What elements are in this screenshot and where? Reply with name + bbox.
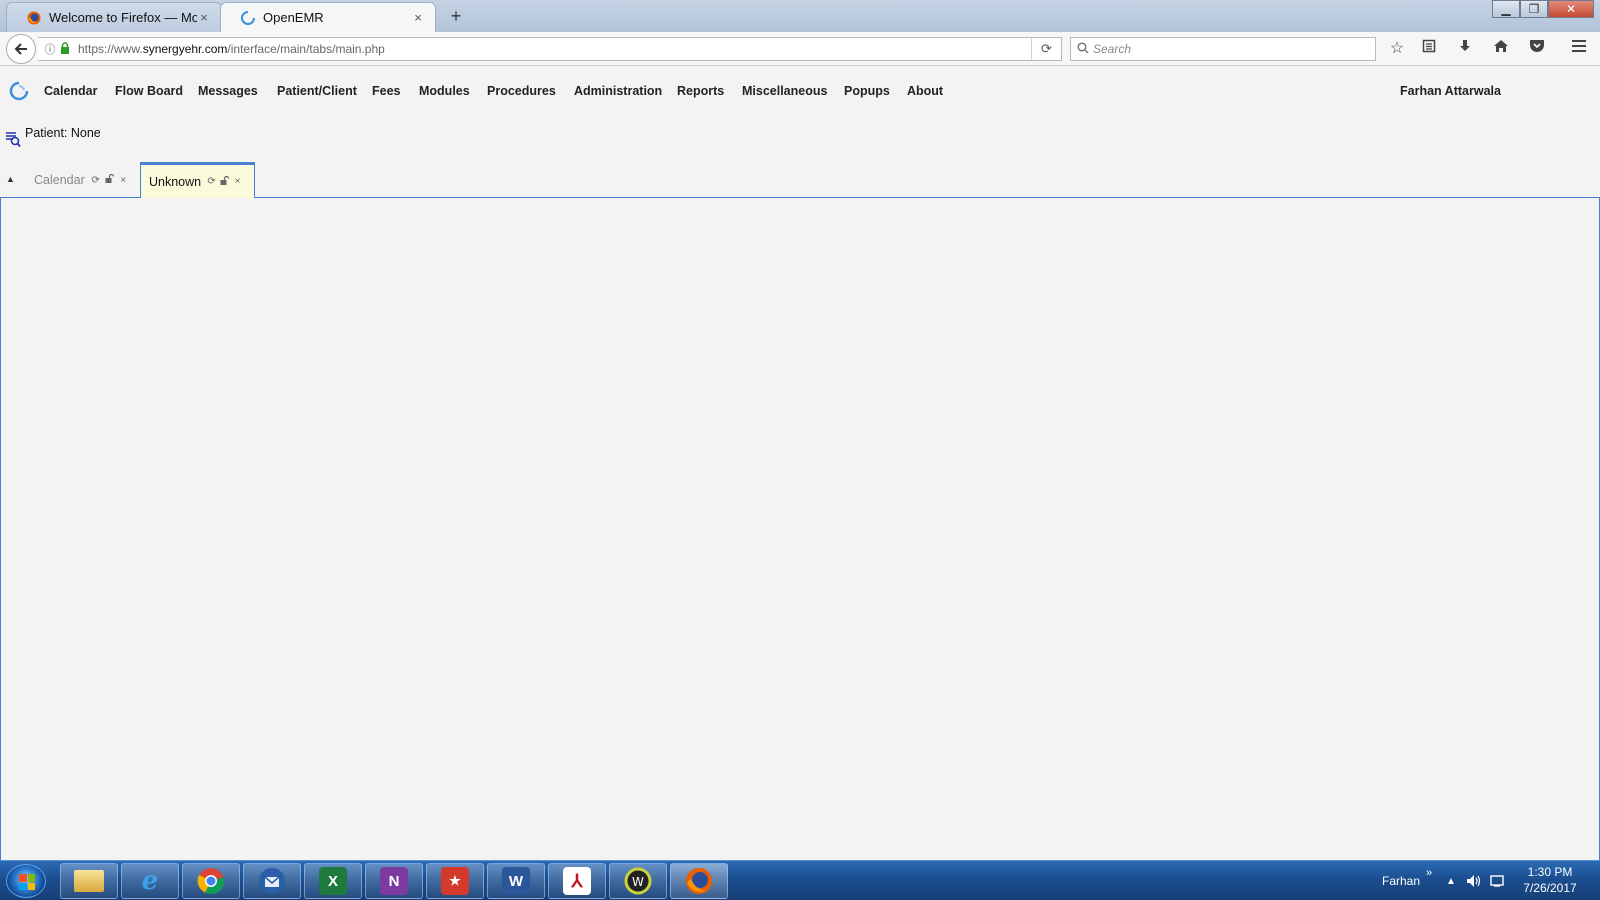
- menu-flow-board[interactable]: Flow Board: [115, 84, 183, 98]
- search-bar[interactable]: [1070, 37, 1376, 61]
- windows-taskbar: e X N ★ W ⅄ W Farhan » ▲ 1:30 PM 7/26/20…: [0, 860, 1600, 900]
- clock-time: 1:30 PM: [1527, 865, 1573, 879]
- reading-list-icon[interactable]: [1418, 39, 1440, 59]
- chrome-icon: [197, 868, 225, 895]
- browser-tab-openemr[interactable]: OpenEMR ×: [220, 2, 436, 32]
- menu-patient-client[interactable]: Patient/Client: [277, 84, 357, 98]
- bookmark-star-app-icon: ★: [441, 867, 469, 895]
- bookmark-star-icon[interactable]: ☆: [1386, 39, 1408, 59]
- refresh-icon[interactable]: ⟳: [207, 176, 216, 187]
- menu-miscellaneous[interactable]: Miscellaneous: [742, 84, 827, 98]
- close-icon[interactable]: ×: [233, 176, 242, 187]
- menu-hamburger-icon[interactable]: [1568, 39, 1590, 59]
- arrow-left-icon: [14, 43, 27, 55]
- refresh-icon[interactable]: ⟳: [91, 175, 101, 186]
- word-icon: W: [502, 867, 530, 895]
- taskbar-chrome[interactable]: [182, 863, 240, 899]
- onenote-icon: N: [380, 867, 408, 895]
- tab-label: Calendar: [34, 173, 85, 187]
- search-input[interactable]: [1093, 42, 1375, 56]
- menu-procedures[interactable]: Procedures: [487, 84, 556, 98]
- start-button[interactable]: [6, 864, 46, 898]
- pocket-icon[interactable]: [1526, 39, 1548, 59]
- acrobat-icon: ⅄: [563, 867, 591, 895]
- taskbar-internet-explorer[interactable]: e: [121, 863, 179, 899]
- app-tab-strip: ▲ Calendar ⟳ × Unknown ⟳ ×: [0, 162, 1600, 198]
- browser-titlebar: Welcome to Firefox — Mozill × OpenEMR × …: [0, 0, 1600, 32]
- svg-text:W: W: [632, 875, 644, 889]
- tab-calendar[interactable]: Calendar ⟳ ×: [26, 162, 140, 198]
- system-clock[interactable]: 1:30 PM 7/26/2017: [1510, 864, 1590, 896]
- firefox-icon: [686, 868, 712, 894]
- info-icon[interactable]: ⓘ: [42, 41, 58, 57]
- thunderbird-icon: [259, 868, 285, 894]
- menu-popups[interactable]: Popups: [844, 84, 890, 98]
- tab-unknown[interactable]: Unknown ⟳ ×: [140, 162, 255, 198]
- clock-date: 7/26/2017: [1523, 881, 1577, 895]
- taskbar-word[interactable]: W: [487, 863, 545, 899]
- lock-icon[interactable]: [58, 41, 72, 57]
- url-bar[interactable]: ⓘ https://www.synergyehr.com/interface/m…: [38, 37, 1062, 61]
- unlock-icon[interactable]: [220, 175, 230, 188]
- menu-administration[interactable]: Administration: [574, 84, 662, 98]
- url-text[interactable]: https://www.synergyehr.com/interface/mai…: [78, 42, 1031, 56]
- menu-messages[interactable]: Messages: [198, 84, 258, 98]
- internet-explorer-icon: e: [141, 866, 159, 896]
- close-tab-icon[interactable]: ×: [411, 10, 425, 25]
- browser-navbar: ⓘ https://www.synergyehr.com/interface/m…: [0, 32, 1600, 66]
- taskbar-firefox[interactable]: [670, 863, 728, 899]
- firefox-icon: [27, 11, 41, 24]
- unlock-icon[interactable]: [104, 173, 114, 186]
- search-icon: [1077, 41, 1093, 57]
- patient-status: Patient: None: [25, 126, 101, 140]
- action-center-icon[interactable]: [1490, 861, 1506, 900]
- taskbar-excel[interactable]: X: [304, 863, 362, 899]
- menu-fees[interactable]: Fees: [372, 84, 401, 98]
- taskbar-onenote[interactable]: N: [365, 863, 423, 899]
- show-hidden-icons-icon[interactable]: ▲: [1446, 861, 1456, 900]
- patient-bar: Patient: None: [5, 126, 101, 148]
- minimize-button[interactable]: ▁: [1492, 0, 1520, 18]
- menu-reports[interactable]: Reports: [677, 84, 724, 98]
- browser-tab-welcome[interactable]: Welcome to Firefox — Mozill ×: [6, 2, 222, 32]
- menu-calendar[interactable]: Calendar: [44, 84, 98, 98]
- reload-icon[interactable]: ⟳: [1031, 38, 1061, 60]
- tray-user-label[interactable]: Farhan: [1382, 861, 1420, 900]
- restore-button[interactable]: ❐: [1520, 0, 1548, 18]
- tab-label: Unknown: [149, 174, 202, 189]
- openemr-logo-icon: [241, 10, 255, 25]
- taskbar-webex[interactable]: W: [609, 863, 667, 899]
- close-window-button[interactable]: ✕: [1548, 0, 1594, 18]
- collapse-arrow-icon[interactable]: ▲: [6, 174, 16, 184]
- webex-icon: W: [624, 867, 652, 895]
- home-icon[interactable]: [1490, 39, 1512, 59]
- menu-modules[interactable]: Modules: [419, 84, 470, 98]
- volume-icon[interactable]: [1466, 861, 1482, 900]
- folder-icon: [74, 870, 104, 892]
- close-tab-icon[interactable]: ×: [197, 10, 211, 25]
- download-icon[interactable]: [1454, 39, 1476, 59]
- browser-tab-label: OpenEMR: [263, 10, 324, 25]
- new-tab-button[interactable]: +: [444, 4, 468, 28]
- openemr-logo-icon[interactable]: [9, 81, 29, 101]
- taskbar-thunderbird[interactable]: [243, 863, 301, 899]
- browser-tab-label: Welcome to Firefox — Mozill: [49, 10, 197, 25]
- window-controls: ▁ ❐ ✕: [1492, 0, 1594, 18]
- patient-search-icon[interactable]: [5, 130, 21, 148]
- excel-icon: X: [319, 867, 347, 895]
- current-user[interactable]: Farhan Attarwala: [1400, 84, 1501, 98]
- back-button[interactable]: [6, 34, 36, 64]
- menu-about[interactable]: About: [907, 84, 943, 98]
- tray-overflow-button[interactable]: »: [1426, 853, 1432, 893]
- windows-logo-icon: [19, 874, 35, 890]
- taskbar-acrobat[interactable]: ⅄: [548, 863, 606, 899]
- taskbar-bookmark-app[interactable]: ★: [426, 863, 484, 899]
- taskbar-file-explorer[interactable]: [60, 863, 118, 899]
- app-menu-bar: Calendar Flow Board Messages Patient/Cli…: [0, 76, 1600, 106]
- tab-content-frame[interactable]: [0, 197, 1600, 861]
- close-icon[interactable]: ×: [118, 175, 128, 186]
